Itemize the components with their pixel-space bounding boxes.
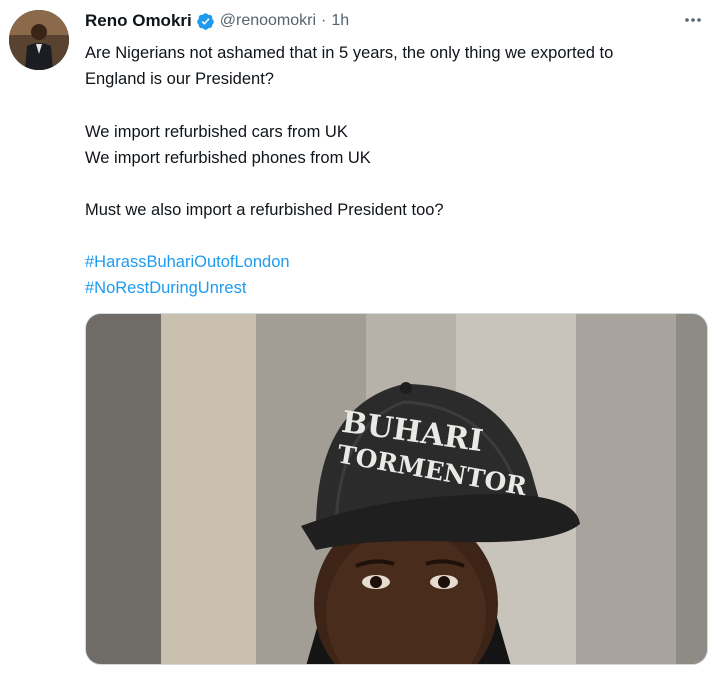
tweet-text-line: England is our President? <box>85 70 274 88</box>
separator-dot: · <box>321 12 327 29</box>
tweet-text-line: We import refurbished phones from UK <box>85 149 371 167</box>
author-handle[interactable]: @renoomokri <box>220 12 316 30</box>
tweet-text-line: Are Nigerians not ashamed that in 5 year… <box>85 44 614 62</box>
hashtag-link[interactable]: #HarassBuhariOutofLondon <box>85 251 290 273</box>
photo-man-in-cap: BUHARI TORMENTOR <box>86 314 707 664</box>
tweet-media-image[interactable]: BUHARI TORMENTOR <box>85 313 708 665</box>
hashtag-link[interactable]: #NoRestDuringUnrest <box>85 277 246 299</box>
more-options-icon[interactable] <box>678 8 708 32</box>
avatar-photo <box>9 10 69 70</box>
author-name[interactable]: Reno Omokri <box>85 11 192 31</box>
timestamp[interactable]: 1h <box>331 12 349 30</box>
avatar[interactable] <box>9 10 69 70</box>
verified-badge-icon <box>196 12 215 31</box>
tweet-text-line: Must we also import a refurbished Presid… <box>85 201 444 219</box>
tweet-header: Reno Omokri @renoomokri · 1h <box>85 8 349 34</box>
tweet-text-line: We import refurbished cars from UK <box>85 123 348 141</box>
